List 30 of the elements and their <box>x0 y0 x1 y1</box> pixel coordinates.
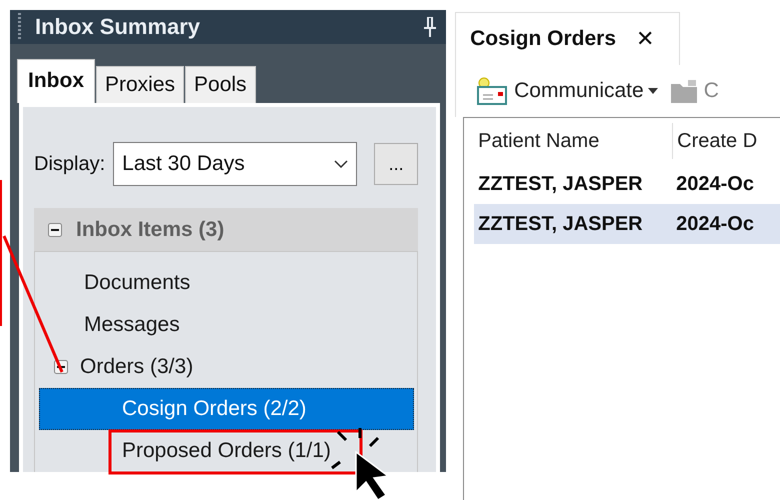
display-label: Display: <box>34 152 106 176</box>
tree-item[interactable]: Orders (3/3) <box>39 346 414 388</box>
column-header[interactable]: Patient Name <box>474 123 674 159</box>
table-cell-text: 2024-Oc <box>675 212 755 236</box>
tree-group-header[interactable]: Inbox Items (3) <box>34 208 418 251</box>
panel-tab[interactable]: Pools <box>185 66 256 103</box>
table-cell-text: ZZTEST, JASPER <box>477 172 644 196</box>
close-button[interactable]: ✕ <box>636 26 654 52</box>
document-tab[interactable]: Cosign Orders ✕ <box>455 12 680 65</box>
more-button[interactable]: ... <box>374 143 418 185</box>
tree-item[interactable]: Documents <box>39 262 414 304</box>
pin-icon[interactable] <box>424 16 436 38</box>
panel-title: Inbox Summary <box>35 14 202 40</box>
panel-tab[interactable]: Inbox <box>17 59 95 103</box>
chevron-down-icon <box>334 160 348 168</box>
communicate-button[interactable]: Communicate <box>476 76 658 106</box>
grip-icon[interactable] <box>18 13 21 41</box>
panel-tab[interactable]: Proxies <box>96 66 184 103</box>
collapse-icon[interactable] <box>48 222 62 236</box>
toolbar-button[interactable]: C <box>670 78 719 104</box>
folder-icon <box>670 78 700 104</box>
table-cell-text: ZZTEST, JASPER <box>477 212 644 236</box>
tree-item[interactable]: Messages <box>39 304 414 346</box>
table-row[interactable]: ZZTEST, JASPER 2024-Oc <box>474 204 780 244</box>
table-cell-text: 2024-Oc <box>675 172 755 196</box>
caret-icon <box>648 88 658 94</box>
tree-item[interactable]: Proposed Orders (1/1) <box>39 430 414 472</box>
tree-item[interactable]: Cosign Orders (2/2) <box>39 388 414 430</box>
display-dropdown[interactable]: Last 30 Days <box>113 142 358 186</box>
column-header[interactable]: Create D <box>673 123 780 159</box>
